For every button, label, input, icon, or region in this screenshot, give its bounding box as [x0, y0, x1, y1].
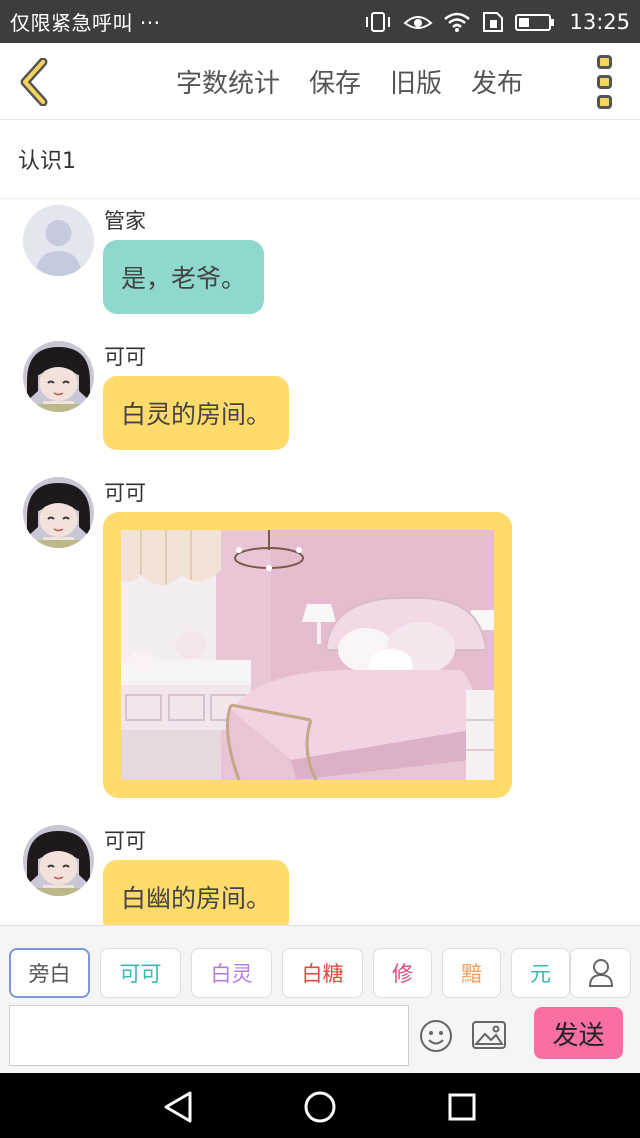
anime-girl-avatar[interactable] [23, 477, 94, 548]
status-icons: 13:25 [363, 10, 630, 34]
role-label: 白糖 [301, 962, 344, 986]
battery-icon [515, 11, 555, 33]
role-button-narrator[interactable]: 旁白 [9, 948, 90, 998]
back-button[interactable] [14, 57, 54, 107]
role-label: 元 [530, 962, 551, 986]
anime-girl-avatar[interactable] [23, 341, 94, 412]
role-label: 旁白 [28, 962, 71, 986]
system-navigation-bar [0, 1073, 640, 1138]
role-button-keke[interactable]: 可可 [100, 948, 181, 998]
chevron-left-icon [20, 58, 48, 106]
wifi-icon [443, 11, 471, 33]
home-circle-icon[interactable] [302, 1089, 338, 1125]
sender-name: 可可 [104, 345, 146, 369]
default-user-avatar[interactable] [23, 205, 94, 276]
pink-bedroom-photo[interactable] [121, 530, 494, 780]
sender-name: 管家 [104, 209, 146, 233]
message-bubble[interactable]: 白灵的房间。 [103, 376, 290, 450]
message-bubble[interactable]: 白幽的房间。 [103, 860, 290, 925]
back-triangle-icon[interactable] [160, 1089, 196, 1125]
role-label: 可可 [119, 962, 162, 986]
emoji-icon[interactable] [418, 1018, 454, 1054]
word-count-button[interactable]: 字数统计 [176, 63, 280, 100]
role-button-xiu[interactable]: 修 [373, 948, 432, 998]
carrier-text: 仅限紧急呼叫 ··· [10, 11, 161, 35]
role-selector: 旁白 可可 白灵 白糖 修 黯 元 [0, 948, 640, 1000]
role-label: 修 [392, 962, 413, 986]
anime-girl-avatar[interactable] [23, 825, 94, 896]
more-vertical-icon[interactable] [592, 55, 616, 109]
clock-time: 13:25 [569, 9, 630, 34]
role-button-baitang[interactable]: 白糖 [282, 948, 363, 998]
image-icon[interactable] [471, 1020, 507, 1050]
role-manage-button[interactable] [570, 948, 631, 998]
chapter-title[interactable]: 认识1 [0, 120, 640, 199]
old-version-button[interactable]: 旧版 [390, 63, 442, 100]
recents-square-icon[interactable] [444, 1089, 480, 1125]
sender-name: 可可 [104, 481, 146, 505]
vibrate-icon [363, 11, 393, 33]
role-button-an[interactable]: 黯 [442, 948, 501, 998]
send-button[interactable]: 发送 [534, 1007, 623, 1059]
role-button-yuan[interactable]: 元 [511, 948, 570, 998]
role-label: 白灵 [210, 962, 253, 986]
message-input[interactable] [9, 1005, 409, 1066]
image-message-bubble[interactable] [103, 512, 512, 798]
composer-panel: 旁白 可可 白灵 白糖 修 黯 元 发送 [0, 925, 640, 1073]
toolbar-actions: 字数统计 保存 旧版 发布 [176, 43, 552, 120]
message-bubble[interactable]: 是，老爷。 [103, 240, 265, 314]
role-label: 黯 [461, 962, 482, 986]
publish-button[interactable]: 发布 [471, 63, 523, 100]
send-label: 发送 [552, 1020, 605, 1051]
eye-icon [403, 11, 434, 33]
role-button-bailing[interactable]: 白灵 [191, 948, 272, 998]
status-bar: 仅限紧急呼叫 ··· 13:25 [0, 0, 640, 43]
sender-name: 可可 [104, 829, 146, 853]
sim-icon [481, 11, 505, 33]
chat-area[interactable]: 管家 是，老爷。 可可 白灵的房间。 可可 可可 白幽的房间。 [0, 199, 640, 925]
user-icon [588, 959, 613, 987]
top-toolbar: 字数统计 保存 旧版 发布 [0, 43, 640, 120]
save-button[interactable]: 保存 [309, 63, 361, 100]
